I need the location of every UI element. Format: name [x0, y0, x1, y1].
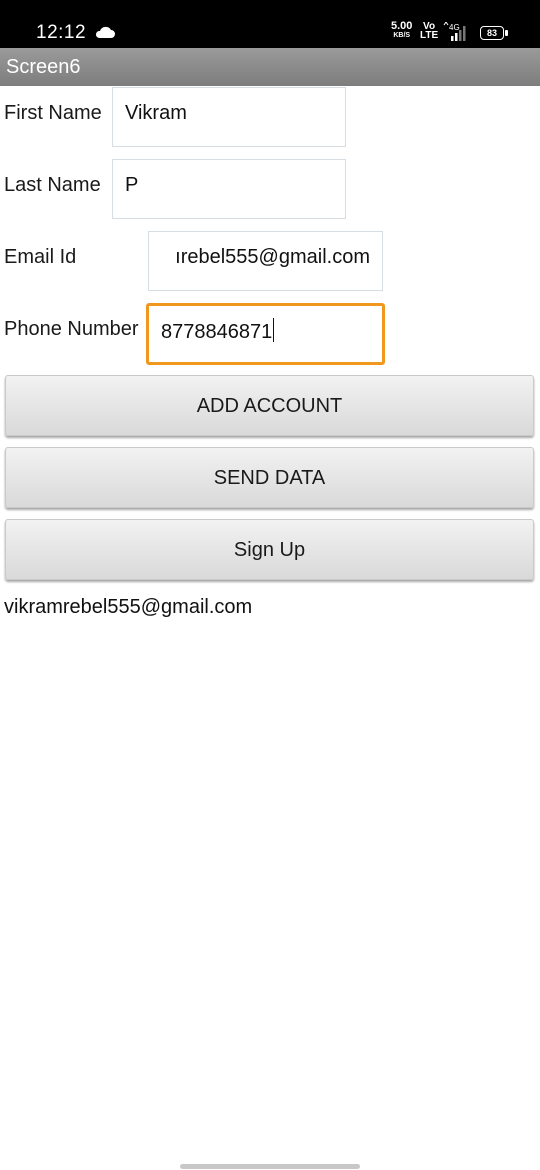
- send-data-button[interactable]: SEND DATA: [5, 447, 534, 508]
- email-field[interactable]: ırebel555@gmail.com: [148, 231, 383, 291]
- add-account-button[interactable]: ADD ACCOUNT: [5, 375, 534, 436]
- home-indicator[interactable]: [180, 1164, 360, 1169]
- email-value: ırebel555@gmail.com: [175, 246, 370, 268]
- cloud-icon: [95, 26, 115, 38]
- first-name-value: Vikram: [125, 102, 187, 124]
- sign-up-button[interactable]: Sign Up: [5, 519, 534, 580]
- result-email-text: vikramrebel555@gmail.com: [4, 596, 253, 618]
- text-cursor: [273, 318, 275, 342]
- title-bar: Screen6: [0, 48, 540, 86]
- email-label: Email Id: [4, 246, 77, 268]
- first-name-field[interactable]: Vikram: [112, 87, 346, 147]
- volte-bottom: LTE: [420, 30, 439, 41]
- network-speed-value: 5.00: [391, 20, 413, 32]
- volte-indicator: Vo LTE: [420, 22, 439, 41]
- phone-number-value: 8778846871: [161, 321, 273, 343]
- network-speed: 5.00 KB/S: [391, 20, 413, 40]
- network-type-label: 4G: [449, 23, 460, 32]
- status-bar: 12:12 5.00 KB/S Vo LTE 4G 83: [0, 0, 540, 48]
- first-name-label: First Name: [4, 102, 102, 124]
- phone-number-field[interactable]: 8778846871: [146, 303, 385, 365]
- signal-icon: 4G: [443, 22, 466, 41]
- last-name-label: Last Name: [4, 174, 101, 196]
- network-speed-unit: KB/S: [393, 32, 411, 39]
- phone-number-label: Phone Number: [4, 318, 139, 340]
- last-name-value: P: [125, 174, 139, 196]
- status-time: 12:12: [36, 22, 87, 43]
- page-title: Screen6: [6, 56, 81, 78]
- last-name-field[interactable]: P: [112, 159, 346, 219]
- battery-indicator: 83: [480, 26, 508, 40]
